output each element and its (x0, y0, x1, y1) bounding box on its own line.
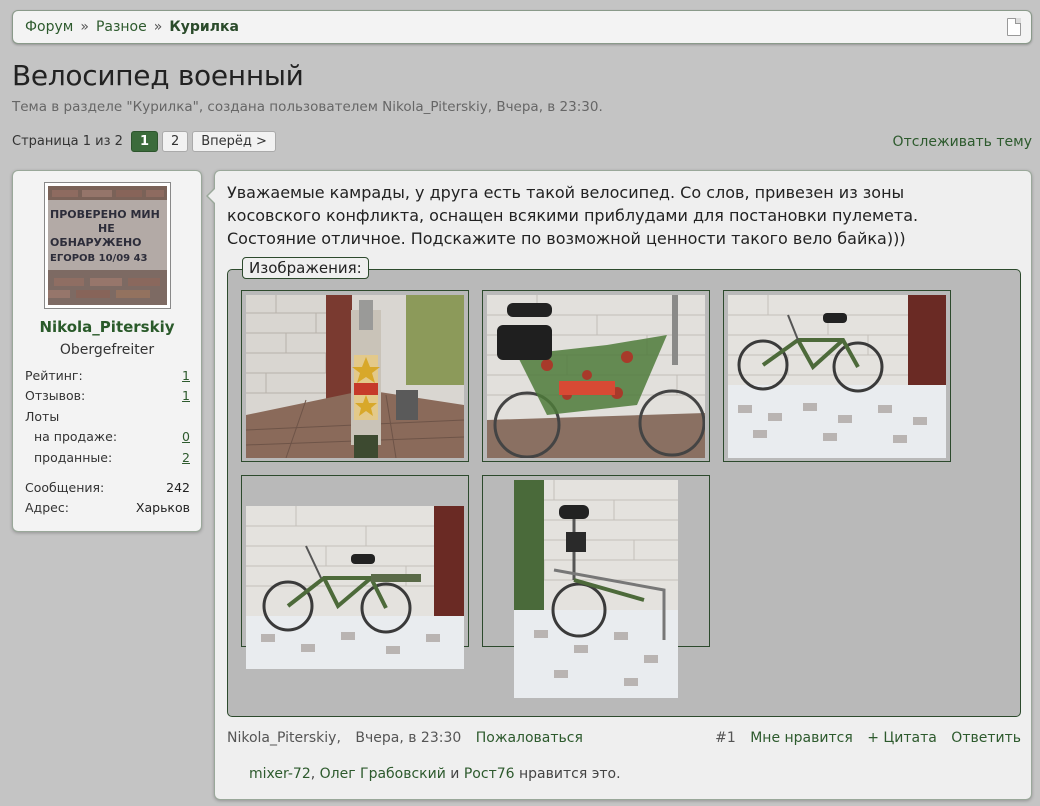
reply-button[interactable]: Ответить (951, 730, 1021, 746)
next-page-button[interactable]: Вперёд > (192, 131, 276, 152)
post-footer: Nikola_Piterskiy, Вчера, в 23:30 Пожалов… (227, 730, 1021, 746)
username[interactable]: Nikola_Piterskiy (13, 318, 201, 336)
avatar-text: ОБНАРУЖЕНО (50, 236, 142, 249)
stat-selling: на продаже: 0 (34, 429, 190, 445)
attachment-thumbnail[interactable] (482, 475, 710, 698)
thread-subtitle: Тема в разделе "Курилка", создана пользо… (12, 99, 603, 115)
stat-address: Адрес: Харьков (25, 500, 190, 516)
pagination-label: Страница 1 из 2 (12, 134, 123, 149)
breadcrumb: Форум » Разное » Курилка (12, 10, 1032, 44)
bike-photo-image (487, 295, 705, 458)
avatar-text: НЕ (98, 222, 115, 235)
likes-summary: mixer-72, Олег Грабовский и Рост76 нрави… (249, 766, 621, 782)
attachment-thumbnail[interactable] (723, 290, 951, 462)
breadcrumb-current[interactable]: Курилка (169, 19, 239, 35)
breadcrumb-misc[interactable]: Разное (96, 19, 147, 35)
liker-link[interactable]: Рост76 (464, 766, 515, 782)
bike-photo-image (246, 295, 464, 458)
avatar-image: ПРОВЕРЕНО МИН НЕ ОБНАРУЖЕНО ЕГОРОВ 10/09… (48, 186, 167, 305)
rating-link[interactable]: 1 (182, 368, 190, 383)
quote-button[interactable]: + Цитата (867, 730, 937, 746)
stat-reviews: Отзывов: 1 (25, 388, 190, 404)
stat-sold: проданные: 2 (34, 449, 190, 465)
avatar[interactable]: ПРОВЕРЕНО МИН НЕ ОБНАРУЖЕНО ЕГОРОВ 10/09… (44, 182, 171, 309)
document-icon[interactable] (1007, 18, 1021, 36)
user-title: Obergefreiter (59, 342, 155, 358)
breadcrumb-separator: » (80, 19, 89, 35)
liker-link[interactable]: Олег Грабовский (320, 766, 446, 782)
attachment-thumbnail[interactable] (241, 475, 469, 669)
bike-photo-image (514, 480, 678, 698)
post-author[interactable]: Nikola_Piterskiy (227, 730, 336, 746)
breadcrumb-separator: » (153, 19, 163, 35)
breadcrumb-forum[interactable]: Форум (25, 19, 73, 35)
post-message: Уважаемые камрады, у друга есть такой ве… (227, 183, 919, 248)
avatar-text: ЕГОРОВ 10/09 43 (50, 253, 148, 264)
stat-lots: Лоты (25, 408, 60, 424)
pagination: Страница 1 из 2 1 2 Вперёд > (12, 131, 276, 152)
post-number[interactable]: #1 (715, 730, 736, 746)
attachment-thumbnail[interactable] (482, 290, 710, 462)
page-1-button[interactable]: 1 (130, 131, 158, 152)
sold-link[interactable]: 2 (182, 450, 190, 465)
like-button[interactable]: Мне нравится (750, 730, 853, 746)
stat-messages: Сообщения: 242 (25, 479, 190, 495)
user-card: ПРОВЕРЕНО МИН НЕ ОБНАРУЖЕНО ЕГОРОВ 10/09… (12, 170, 202, 532)
bike-photo-image (728, 295, 946, 458)
report-link[interactable]: Пожаловаться (476, 730, 583, 746)
reviews-link[interactable]: 1 (182, 388, 190, 403)
selling-link[interactable]: 0 (182, 429, 190, 444)
watch-thread-link[interactable]: Отслеживать тему (893, 134, 1032, 150)
liker-link[interactable]: mixer-72 (249, 766, 311, 782)
post-date[interactable]: Вчера, в 23:30 (355, 730, 461, 746)
user-info: Сообщения: 242 Адрес: Харьков (25, 477, 190, 518)
attachment-thumbnail[interactable] (241, 290, 469, 462)
page-2-button[interactable]: 2 (161, 131, 189, 152)
attachments-block: Изображения: (227, 257, 1021, 717)
attachments-label: Изображения: (242, 257, 369, 279)
user-stats: Рейтинг: 1 Отзывов: 1 Лоты на продаже: 0… (25, 365, 190, 468)
page-title: Велосипед военный (12, 59, 304, 92)
avatar-text: ПРОВЕРЕНО МИН (50, 208, 160, 221)
post: Уважаемые камрады, у друга есть такой ве… (206, 170, 1032, 800)
stat-rating: Рейтинг: 1 (25, 367, 190, 383)
bike-photo-image (246, 506, 464, 669)
